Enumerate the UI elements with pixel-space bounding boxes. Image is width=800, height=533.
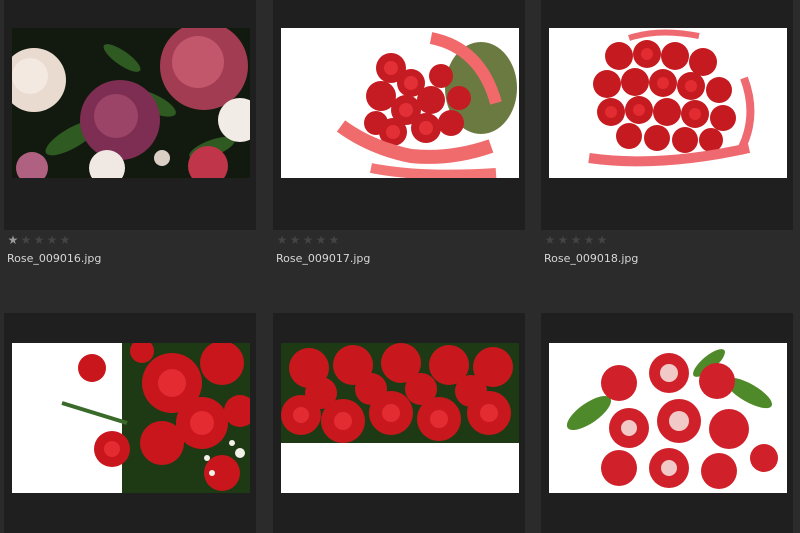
thumbnail-card[interactable] (4, 0, 256, 230)
rating-stars[interactable]: ★ ★ ★ ★ ★ (7, 234, 256, 246)
star-icon[interactable]: ★ (328, 234, 340, 246)
thumbnail-card[interactable] (541, 313, 793, 533)
star-icon[interactable]: ★ (20, 234, 32, 246)
gallery-item (273, 313, 525, 533)
star-icon[interactable]: ★ (570, 234, 582, 246)
rating-stars[interactable]: ★ ★ ★ ★ ★ (276, 234, 525, 246)
gallery-item (541, 313, 793, 533)
item-meta: ★ ★ ★ ★ ★ Rose_009016.jpg (4, 234, 256, 265)
thumbnail-image[interactable] (281, 343, 519, 493)
star-icon[interactable]: ★ (596, 234, 608, 246)
filename-label[interactable]: Rose_009018.jpg (544, 252, 793, 265)
gallery-item: ★ ★ ★ ★ ★ Rose_009017.jpg (273, 0, 525, 265)
thumbnail-image[interactable] (549, 28, 787, 178)
gallery-item (4, 313, 256, 533)
star-icon[interactable]: ★ (315, 234, 327, 246)
thumbnail-image[interactable] (12, 28, 250, 178)
thumbnail-image[interactable] (549, 343, 787, 493)
item-meta: ★ ★ ★ ★ ★ Rose_009017.jpg (273, 234, 525, 265)
thumbnail-card[interactable] (541, 0, 793, 230)
item-meta: ★ ★ ★ ★ ★ Rose_009018.jpg (541, 234, 793, 265)
thumbnail-image[interactable] (281, 28, 519, 178)
star-icon[interactable]: ★ (557, 234, 569, 246)
star-icon[interactable]: ★ (302, 234, 314, 246)
thumbnail-card[interactable] (273, 0, 525, 230)
gallery-item: ★ ★ ★ ★ ★ Rose_009016.jpg (4, 0, 256, 265)
star-icon[interactable]: ★ (583, 234, 595, 246)
star-icon[interactable]: ★ (46, 234, 58, 246)
thumbnail-card[interactable] (273, 313, 525, 533)
rating-stars[interactable]: ★ ★ ★ ★ ★ (544, 234, 793, 246)
thumbnail-grid: ★ ★ ★ ★ ★ Rose_009016.jpg ★ ★ ★ ★ ★ Rose… (0, 0, 800, 533)
filename-label[interactable]: Rose_009017.jpg (276, 252, 525, 265)
thumbnail-card[interactable] (4, 313, 256, 533)
star-icon[interactable]: ★ (33, 234, 45, 246)
filename-label[interactable]: Rose_009016.jpg (7, 252, 256, 265)
star-icon[interactable]: ★ (544, 234, 556, 246)
star-icon[interactable]: ★ (276, 234, 288, 246)
gallery-item: ★ ★ ★ ★ ★ Rose_009018.jpg (541, 0, 793, 265)
star-icon[interactable]: ★ (289, 234, 301, 246)
star-icon[interactable]: ★ (59, 234, 71, 246)
star-icon[interactable]: ★ (7, 234, 19, 246)
thumbnail-image[interactable] (12, 343, 250, 493)
